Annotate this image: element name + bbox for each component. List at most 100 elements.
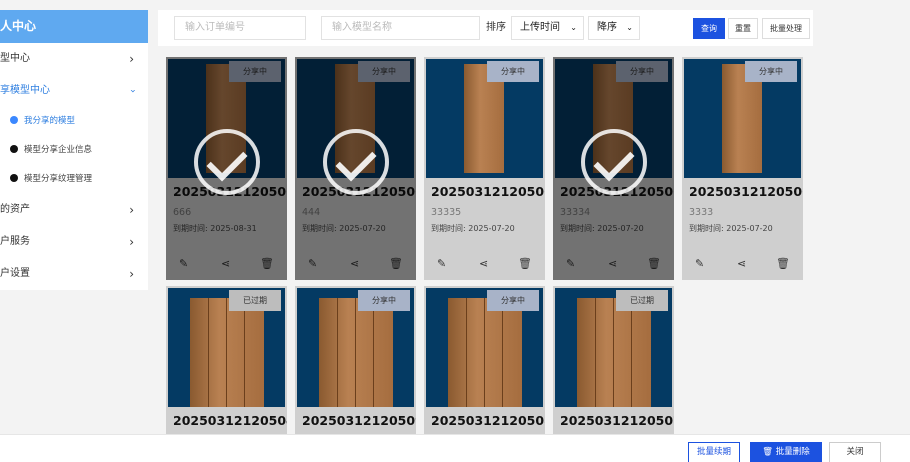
model-thumbnail: 分享中 [297, 288, 414, 407]
sidebar-item-label: 享模型中心 [0, 85, 50, 96]
model-name-input[interactable]: 输入模型名称 [321, 16, 480, 40]
selected-overlay [166, 57, 287, 280]
batch-delete-button[interactable]: 🗑 批量删除 [750, 442, 822, 462]
model-thumbnail: 分享中 [426, 288, 543, 407]
sort-field-select[interactable]: 上传时间 ⌄ [511, 16, 584, 40]
sidebar-item-settings[interactable]: 户设置 › [0, 258, 148, 290]
sidebar-item-label: 型中心 [0, 53, 30, 64]
model-card[interactable]: 已过期 20250312120504 [166, 286, 287, 436]
model-card[interactable]: 分享中 20250312120506 33335 到期时间: 2025-07-20 ✎ ⋖… [424, 57, 545, 280]
status-badge: 分享中 [487, 61, 539, 82]
expire-time: 到期时间: 2025-07-20 [689, 224, 773, 233]
sidebar-subitem-texture-management[interactable]: 模型分享纹理管理 [0, 165, 148, 194]
model-code: 20250312120506 [431, 184, 545, 199]
wardrobe-panels-image [190, 298, 264, 407]
model-card[interactable]: 已过期 20250312120507 [553, 286, 674, 436]
model-code: 20250312120508 [431, 413, 545, 428]
sidebar-item-services[interactable]: 户服务 › [0, 226, 148, 258]
model-description: 3333 [689, 207, 714, 218]
query-button[interactable]: 查询 [693, 18, 725, 39]
share-icon[interactable]: ⋖ [479, 257, 488, 270]
card-actions: ✎ ⋖ 🗑 [424, 257, 545, 279]
panel-divider [595, 298, 596, 407]
panel-divider [502, 298, 503, 407]
model-code: 20250312120509 [302, 413, 416, 428]
sort-order-select[interactable]: 降序 ⌄ [588, 16, 640, 40]
close-button[interactable]: 关闭 [829, 442, 881, 462]
model-thumbnail: 已过期 [555, 288, 672, 407]
edit-icon[interactable]: ✎ [437, 257, 446, 270]
status-badge: 分享中 [745, 61, 797, 82]
model-description: 33335 [431, 207, 462, 218]
model-code: 20250312120504 [173, 413, 287, 428]
checkmark-icon [323, 129, 389, 195]
filter-bar: 输入订单编号 输入模型名称 排序 上传时间 ⌄ 降序 ⌄ 查询 重置 批量处理 [158, 10, 813, 46]
panel-divider [337, 298, 338, 407]
wardrobe-panels-image [577, 298, 651, 407]
order-number-input[interactable]: 输入订单编号 [174, 16, 306, 40]
chevron-right-icon: › [129, 267, 134, 281]
sidebar-header: 人中心 [0, 10, 148, 43]
panel-divider [355, 298, 356, 407]
card-actions: ✎ ⋖ 🗑 [682, 257, 803, 279]
chevron-down-icon: ⌄ [570, 23, 577, 32]
chevron-down-icon: › [127, 89, 138, 93]
panel-divider [466, 298, 467, 407]
chevron-right-icon: › [129, 52, 134, 66]
reset-button[interactable]: 重置 [728, 18, 758, 39]
trash-icon[interactable]: 🗑 [776, 257, 790, 270]
sidebar-item-model-center[interactable]: 型中心 › [0, 43, 148, 75]
status-badge: 已过期 [229, 290, 281, 311]
sidebar-item-label: 户设置 [0, 268, 30, 279]
model-card[interactable]: 分享中 20250312120506 33334 到期时间: 2025-07-20 ✎ ⋖… [553, 57, 674, 280]
sort-order-value: 降序 [597, 22, 617, 33]
checkmark-icon [194, 129, 260, 195]
sidebar: 人中心 型中心 › 享模型中心 › 我分享的模型 模型分享企业信息 模型分享纹理… [0, 10, 148, 290]
sidebar-subitem-enterprise-info[interactable]: 模型分享企业信息 [0, 136, 148, 165]
bullet-icon [10, 173, 18, 182]
batch-renew-button[interactable]: 批量续期 [688, 442, 740, 462]
bottom-action-bar: 批量续期 🗑 批量删除 关闭 [0, 434, 910, 462]
selected-overlay [553, 57, 674, 280]
panel-divider [484, 298, 485, 407]
bullet-icon [10, 115, 18, 124]
status-badge: 分享中 [358, 290, 410, 311]
chevron-right-icon: › [129, 235, 134, 249]
trash-icon[interactable]: 🗑 [518, 257, 532, 270]
sidebar-item-label: 的资产 [0, 204, 30, 215]
sidebar-subitem-my-shared-models[interactable]: 我分享的模型 [0, 107, 148, 136]
sidebar-item-assets[interactable]: 的资产 › [0, 194, 148, 226]
sidebar-item-share-model-center[interactable]: 享模型中心 › [0, 75, 148, 107]
sidebar-subitem-label: 模型分享企业信息 [24, 145, 93, 155]
sidebar-subitem-label: 我分享的模型 [24, 116, 76, 126]
expire-time: 到期时间: 2025-07-20 [431, 224, 515, 233]
model-thumbnail: 已过期 [168, 288, 285, 407]
edit-icon[interactable]: ✎ [695, 257, 704, 270]
model-thumbnail: 分享中 [684, 59, 801, 178]
model-code: 20250312120506 [689, 184, 803, 199]
panel-divider [631, 298, 632, 407]
batch-process-button[interactable]: 批量处理 [762, 18, 810, 39]
wardrobe-panels-image [319, 298, 393, 407]
model-card[interactable]: 分享中 20250312120508 [424, 286, 545, 436]
checkmark-icon [581, 129, 647, 195]
trash-icon: 🗑 [762, 447, 774, 457]
chevron-down-icon: ⌄ [626, 23, 633, 32]
panel-divider [373, 298, 374, 407]
model-code: 20250312120507 [560, 413, 674, 428]
panel-divider [244, 298, 245, 407]
bullet-icon [10, 144, 18, 153]
panel-divider [613, 298, 614, 407]
selected-overlay [295, 57, 416, 280]
model-card[interactable]: 分享中 20250312120506 666 到期时间: 2025-08-31 ✎ ⋖ 🗑 [166, 57, 287, 280]
sort-label: 排序 [486, 22, 506, 33]
status-badge: 已过期 [616, 290, 668, 311]
sort-field-value: 上传时间 [520, 22, 560, 33]
model-card[interactable]: 分享中 20250312120506 444 到期时间: 2025-07-20 ✎ ⋖ 🗑 [295, 57, 416, 280]
share-icon[interactable]: ⋖ [737, 257, 746, 270]
panel-divider [226, 298, 227, 407]
model-card[interactable]: 分享中 20250312120506 3333 到期时间: 2025-07-20 ✎ ⋖ 🗑 [682, 57, 803, 280]
sidebar-subitem-label: 模型分享纹理管理 [24, 174, 93, 184]
model-card[interactable]: 分享中 20250312120509 [295, 286, 416, 436]
panel-divider [208, 298, 209, 407]
